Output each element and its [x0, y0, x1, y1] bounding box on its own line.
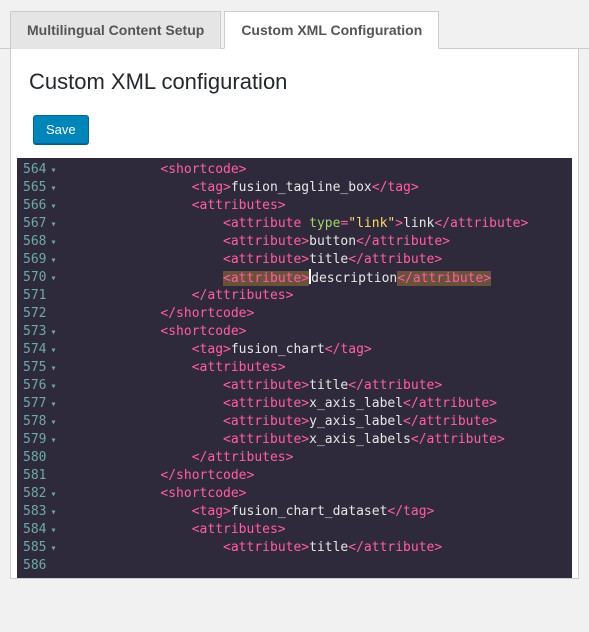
fold-marker-icon[interactable]: ▾	[48, 378, 56, 396]
code-line[interactable]: </attributes>	[66, 287, 528, 305]
gutter-line: 577▾	[23, 395, 56, 413]
gutter-line: 565▾	[23, 179, 56, 197]
gutter-line: 566▾	[23, 197, 56, 215]
gutter-line: 579▾	[23, 431, 56, 449]
code-line[interactable]: </attributes>	[66, 449, 528, 467]
fold-marker-icon[interactable]: ▾	[48, 198, 56, 216]
code-line[interactable]: <attribute>x_axis_label</attribute>	[66, 395, 528, 413]
fold-marker-icon[interactable]: ▾	[48, 360, 56, 378]
gutter-line: 569▾	[23, 251, 56, 269]
code-line[interactable]: <tag>fusion_chart</tag>	[66, 341, 528, 359]
code-line[interactable]: </shortcode>	[66, 305, 528, 323]
code-line[interactable]: <attribute>title</attribute>	[66, 377, 528, 395]
code-line[interactable]: <shortcode>	[66, 161, 528, 179]
gutter-line: 578▾	[23, 413, 56, 431]
code-line[interactable]: <attributes>	[66, 359, 528, 377]
gutter-line: 580	[23, 449, 56, 467]
tab-multilingual[interactable]: Multilingual Content Setup	[10, 11, 221, 49]
save-button[interactable]: Save	[33, 115, 89, 144]
toolbar: Save	[11, 115, 578, 158]
code-line[interactable]: <attributes>	[66, 521, 528, 539]
fold-marker-icon[interactable]: ▾	[48, 522, 56, 540]
code-line[interactable]: <attribute>x_axis_labels</attribute>	[66, 431, 528, 449]
code-line[interactable]: <tag>fusion_chart_dataset</tag>	[66, 503, 528, 521]
code-line[interactable]: <tag>fusion_tagline_box</tag>	[66, 179, 528, 197]
panel-title: Custom XML configuration	[29, 69, 560, 95]
gutter-line: 586	[23, 557, 56, 575]
code-line[interactable]: <attribute type="link">link</attribute>	[66, 215, 528, 233]
panel-header: Custom XML configuration	[11, 49, 578, 115]
xml-code-editor[interactable]: 564▾565▾566▾567▾568▾569▾570▾571 572 573▾…	[17, 158, 572, 578]
gutter-line: 568▾	[23, 233, 56, 251]
settings-panel: Custom XML configuration Save 564▾565▾56…	[10, 49, 579, 579]
gutter-line: 567▾	[23, 215, 56, 233]
fold-marker-icon[interactable]: ▾	[48, 486, 56, 504]
tab-bar: Multilingual Content Setup Custom XML Co…	[0, 0, 589, 49]
gutter-line: 570▾	[23, 269, 56, 287]
gutter-line: 582▾	[23, 485, 56, 503]
fold-marker-icon[interactable]: ▾	[48, 234, 56, 252]
fold-marker-icon[interactable]: ▾	[48, 540, 56, 558]
code-line[interactable]: <shortcode>	[66, 485, 528, 503]
editor-gutter: 564▾565▾566▾567▾568▾569▾570▾571 572 573▾…	[17, 158, 62, 578]
gutter-line: 584▾	[23, 521, 56, 539]
gutter-line: 581	[23, 467, 56, 485]
editor-code-area[interactable]: <shortcode> <tag>fusion_tagline_box</tag…	[62, 158, 528, 578]
fold-marker-icon[interactable]: ▾	[48, 270, 56, 288]
gutter-line: 572	[23, 305, 56, 323]
gutter-line: 585▾	[23, 539, 56, 557]
fold-marker-icon[interactable]: ▾	[48, 414, 56, 432]
gutter-line: 575▾	[23, 359, 56, 377]
fold-marker-icon[interactable]: ▾	[48, 162, 56, 180]
fold-marker-icon[interactable]: ▾	[48, 324, 56, 342]
fold-marker-icon[interactable]: ▾	[48, 432, 56, 450]
fold-marker-icon[interactable]: ▾	[48, 216, 56, 234]
fold-marker-icon[interactable]: ▾	[48, 342, 56, 360]
code-line[interactable]: <attribute>button</attribute>	[66, 233, 528, 251]
gutter-line: 583▾	[23, 503, 56, 521]
code-line[interactable]: </shortcode>	[66, 467, 528, 485]
code-line[interactable]: <attribute>description</attribute>	[66, 269, 528, 287]
gutter-line: 574▾	[23, 341, 56, 359]
code-line[interactable]: <attribute>y_axis_label</attribute>	[66, 413, 528, 431]
page-root: Multilingual Content Setup Custom XML Co…	[0, 0, 589, 599]
fold-marker-icon[interactable]: ▾	[48, 180, 56, 198]
code-line[interactable]: <attribute>title</attribute>	[66, 539, 528, 557]
code-line[interactable]: <attributes>	[66, 197, 528, 215]
code-line[interactable]	[66, 557, 528, 575]
fold-marker-icon[interactable]: ▾	[48, 396, 56, 414]
gutter-line: 576▾	[23, 377, 56, 395]
gutter-line: 564▾	[23, 161, 56, 179]
fold-marker-icon[interactable]: ▾	[48, 504, 56, 522]
tab-custom-xml[interactable]: Custom XML Configuration	[224, 11, 439, 49]
code-line[interactable]: <attribute>title</attribute>	[66, 251, 528, 269]
gutter-line: 571	[23, 287, 56, 305]
fold-marker-icon[interactable]: ▾	[48, 252, 56, 270]
gutter-line: 573▾	[23, 323, 56, 341]
code-line[interactable]: <shortcode>	[66, 323, 528, 341]
